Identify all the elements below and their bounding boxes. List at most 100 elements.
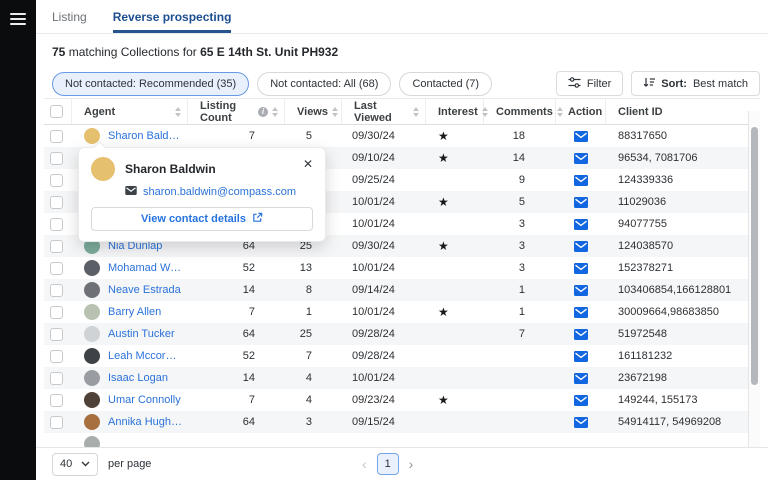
agent-name-link[interactable]: Austin Tucker: [108, 328, 175, 340]
results-count: 75: [52, 45, 65, 59]
email-action-icon[interactable]: [574, 329, 588, 340]
client-id-cell: 103406854,166128801: [606, 279, 760, 301]
email-action-icon[interactable]: [574, 263, 588, 274]
chip-not-contacted-all[interactable]: Not contacted: All (68): [257, 72, 391, 96]
row-checkbox[interactable]: [50, 130, 63, 143]
row-checkbox[interactable]: [50, 218, 63, 231]
table-row: Barry Allen 7 1 10/01/24 ★ 1 30009664,98…: [44, 301, 760, 323]
agent-name-link[interactable]: Annika Hughes: [108, 416, 182, 428]
current-page-button[interactable]: 1: [377, 453, 399, 475]
row-checkbox[interactable]: [50, 328, 63, 341]
email-action-icon[interactable]: [574, 241, 588, 252]
agent-name-link[interactable]: Barry Allen: [108, 306, 161, 318]
agent-cell: Isaac Logan: [72, 367, 188, 389]
per-page-label: per page: [108, 458, 151, 470]
last-viewed-cell: 09/30/24: [342, 125, 426, 147]
row-checkbox[interactable]: [50, 416, 63, 429]
popup-close-icon[interactable]: ✕: [303, 158, 313, 170]
info-icon[interactable]: i: [258, 107, 268, 117]
next-page-button[interactable]: ›: [409, 456, 414, 472]
external-link-icon: [252, 212, 263, 226]
agent-name-link[interactable]: Umar Connolly: [108, 394, 181, 406]
tab-listing[interactable]: Listing: [52, 0, 87, 33]
views-cell: 4: [285, 389, 342, 411]
vertical-scrollbar[interactable]: [748, 111, 760, 447]
popup-email-link[interactable]: sharon.baldwin@compass.com: [125, 186, 313, 198]
row-checkbox[interactable]: [50, 372, 63, 385]
column-header-interest[interactable]: Interest: [426, 99, 484, 124]
sort-carets-icon: [268, 107, 278, 117]
pager: ‹ 1 ›: [362, 453, 413, 475]
view-contact-details-button[interactable]: View contact details: [91, 207, 313, 231]
filter-button[interactable]: Filter: [556, 71, 623, 96]
row-checkbox[interactable]: [50, 394, 63, 407]
table-row: Mohamad Woodward 52 13 10/01/24 3 152378…: [44, 257, 760, 279]
column-header-last-viewed[interactable]: Last Viewed: [342, 99, 426, 124]
last-viewed-cell: 09/28/24: [342, 323, 426, 345]
row-checkbox[interactable]: [50, 174, 63, 187]
email-action-icon[interactable]: [574, 395, 588, 406]
page-size-select[interactable]: 40: [52, 453, 98, 476]
column-header-listing-count[interactable]: Listing Count i: [188, 99, 285, 124]
chip-contacted[interactable]: Contacted (7): [399, 72, 492, 96]
action-cell: [556, 257, 606, 279]
email-action-icon[interactable]: [574, 131, 588, 142]
table-header-row: Agent Listing Count i Views Last Viewed: [44, 98, 760, 125]
views-cell: 4: [285, 367, 342, 389]
interest-cell: [426, 367, 484, 389]
row-checkbox[interactable]: [50, 196, 63, 209]
action-cell: [556, 367, 606, 389]
row-checkbox[interactable]: [50, 240, 63, 253]
email-action-icon[interactable]: [574, 175, 588, 186]
email-action-icon[interactable]: [574, 285, 588, 296]
row-checkbox[interactable]: [50, 262, 63, 275]
email-action-icon[interactable]: [574, 197, 588, 208]
client-id-cell: 23672198: [606, 367, 760, 389]
column-header-comments[interactable]: Comments: [484, 99, 556, 124]
agent-avatar: [84, 392, 100, 408]
table-row: Annika Hughes 64 3 09/15/24 54914117, 54…: [44, 411, 760, 433]
nav-rail: [0, 0, 36, 480]
row-checkbox[interactable]: [50, 350, 63, 363]
agent-name-link[interactable]: Sharon Baldwin: [108, 130, 182, 142]
column-header-views[interactable]: Views: [285, 99, 342, 124]
agent-name-link[interactable]: Neave Estrada: [108, 284, 181, 296]
filter-button-label: Filter: [587, 78, 611, 90]
row-checkbox[interactable]: [50, 284, 63, 297]
agent-name-link[interactable]: Mohamad Woodward: [108, 262, 182, 274]
filter-chips-row: Not contacted: Recommended (35) Not cont…: [52, 71, 760, 96]
client-id-cell: 11029036: [606, 191, 760, 213]
comments-cell: 1: [484, 301, 556, 323]
agent-cell: [72, 433, 188, 447]
listing-address: 65 E 14th St. Unit PH932: [200, 45, 338, 59]
agent-name-link[interactable]: Leah Mccormick: [108, 350, 182, 362]
column-header-agent[interactable]: Agent: [72, 99, 188, 124]
action-cell: [556, 411, 606, 433]
sort-icon: [643, 77, 655, 91]
sort-button-value: Best match: [693, 78, 748, 90]
email-action-icon[interactable]: [574, 351, 588, 362]
chip-not-contacted-recommended[interactable]: Not contacted: Recommended (35): [52, 72, 249, 96]
email-action-icon[interactable]: [574, 153, 588, 164]
email-action-icon[interactable]: [574, 219, 588, 230]
hamburger-menu-icon[interactable]: [10, 13, 26, 25]
last-viewed-cell: 10/01/24: [342, 257, 426, 279]
interest-cell: [426, 411, 484, 433]
email-action-icon[interactable]: [574, 373, 588, 384]
interest-cell: [426, 323, 484, 345]
tab-reverse-prospecting[interactable]: Reverse prospecting: [113, 0, 232, 33]
agent-name-link[interactable]: Isaac Logan: [108, 372, 168, 384]
row-checkbox[interactable]: [50, 306, 63, 319]
email-action-icon[interactable]: [574, 307, 588, 318]
last-viewed-cell: 09/28/24: [342, 345, 426, 367]
select-all-checkbox[interactable]: [50, 105, 63, 118]
scrollbar-thumb[interactable]: [751, 127, 758, 385]
email-action-icon[interactable]: [574, 417, 588, 428]
client-id-cell: 124038570: [606, 235, 760, 257]
agent-cell: Leah Mccormick: [72, 345, 188, 367]
interest-cell: ★: [426, 147, 484, 169]
row-checkbox[interactable]: [50, 152, 63, 165]
comments-cell: [484, 345, 556, 367]
sort-button[interactable]: Sort: Best match: [631, 71, 760, 96]
prev-page-button[interactable]: ‹: [362, 456, 367, 472]
